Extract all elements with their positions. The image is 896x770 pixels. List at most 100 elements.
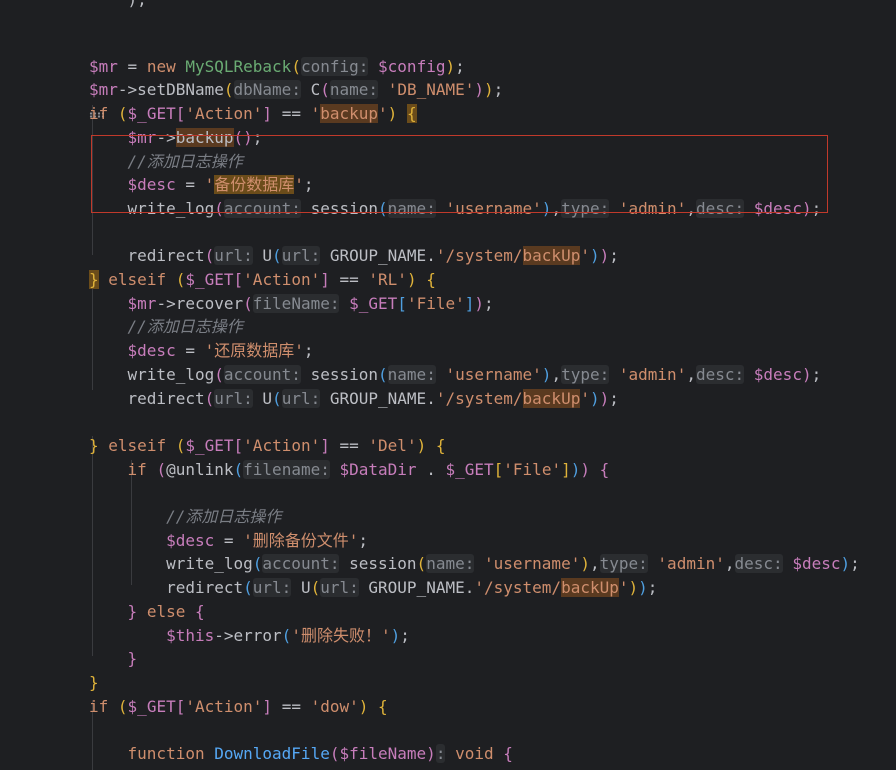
code-token: backUp: [522, 388, 581, 408]
code-token: $mr: [127, 293, 157, 313]
code-token: backUp: [561, 578, 619, 598]
code-token: write_log: [127, 198, 215, 218]
code-line[interactable]: write_log(account: session(name: 'userna…: [89, 552, 860, 576]
code-line[interactable]: $mr = new MySQLReback(config: $config);: [89, 55, 465, 79]
code-line[interactable]: if ($_GET['Action'] == 'backup') {: [89, 102, 417, 126]
code-token: (: [252, 554, 263, 574]
code-line[interactable]: } elseif ($_GET['Action'] == 'Del') {: [89, 434, 446, 458]
code-line[interactable]: function DownloadFile($fileName): void {: [89, 742, 513, 766]
code-token: '/system/: [435, 388, 523, 408]
code-token: ->: [117, 80, 138, 100]
code-token: ,: [551, 364, 562, 384]
code-token: (: [156, 459, 167, 479]
code-editor[interactable]: ); $mr = new MySQLReback(config: $config)…: [0, 0, 896, 770]
code-token: 'Action': [185, 104, 263, 124]
code-token: ,: [551, 198, 562, 218]
code-token: ': [294, 175, 304, 195]
code-line[interactable]: //添加日志操作: [89, 150, 243, 174]
code-line[interactable]: $desc = '备份数据库';: [89, 173, 314, 197]
code-line[interactable]: } else {: [89, 600, 205, 624]
code-token: 'File': [503, 459, 562, 479]
code-token: account:: [223, 364, 301, 384]
code-token: recover: [175, 293, 244, 313]
code-token: if: [127, 459, 147, 479]
code-line[interactable]: redirect(url: U(url: GROUP_NAME.'/system…: [89, 387, 619, 411]
code-token: (: [378, 198, 388, 218]
code-line[interactable]: //添加日志操作: [89, 505, 281, 529]
code-token: ;: [493, 80, 504, 100]
code-line[interactable]: }: [89, 671, 99, 695]
code-token: 'Del': [368, 435, 417, 455]
code-line[interactable]: $mr->recover(fileName: $_GET['File']);: [89, 292, 494, 316]
code-token: session: [310, 364, 379, 384]
code-token: $mr: [127, 127, 157, 147]
code-token: .: [416, 459, 446, 479]
code-token: (: [243, 578, 253, 598]
code-line[interactable]: $this->error('删除失败！');: [89, 624, 410, 648]
code-token: ': [204, 175, 215, 195]
code-token: (: [310, 578, 321, 598]
code-token: ): [570, 459, 581, 479]
editor-gutter: [0, 0, 40, 770]
code-line[interactable]: );: [89, 0, 147, 12]
code-line[interactable]: $mr->setDBName(dbName: C(name: 'DB_NAME'…: [89, 78, 503, 102]
code-token: =: [214, 530, 244, 550]
code-line[interactable]: redirect(url: U(url: GROUP_NAME.'/system…: [89, 244, 619, 268]
code-token: ): [390, 625, 401, 645]
code-token: session: [349, 554, 417, 574]
code-line[interactable]: } elseif ($_GET['Action'] == 'RL') {: [89, 268, 436, 292]
code-line[interactable]: write_log(account: session(name: 'userna…: [89, 197, 821, 221]
code-token: redirect: [127, 388, 205, 408]
code-line[interactable]: if ($_GET['Action'] == 'dow') {: [89, 695, 388, 719]
code-line[interactable]: $desc = '删除备份文件';: [89, 529, 368, 553]
code-token: ;: [850, 554, 860, 574]
code-token: $_GET: [185, 270, 234, 289]
code-token: =: [175, 175, 205, 195]
code-token: $_GET: [349, 293, 398, 313]
code-token: (: [243, 293, 253, 313]
code-token: ): [541, 198, 552, 218]
code-token: url:: [320, 578, 359, 598]
code-line[interactable]: $desc = '还原数据库';: [89, 339, 314, 363]
code-token: type:: [561, 364, 610, 384]
code-line[interactable]: redirect(url: U(url: GROUP_NAME.'/system…: [89, 576, 657, 600]
code-token: name:: [329, 80, 379, 100]
code-token: DownloadFile: [214, 744, 330, 763]
code-token: '/system/: [474, 578, 562, 598]
code-token: url:: [281, 388, 321, 408]
code-token: ): [801, 198, 812, 218]
code-token: 'admin': [657, 554, 725, 574]
code-line[interactable]: $mr->backup();: [89, 126, 262, 150]
code-token: (: [223, 80, 234, 100]
code-line[interactable]: write_log(account: session(name: 'userna…: [89, 363, 821, 387]
code-token: $mr: [89, 80, 118, 100]
code-token: (: [204, 388, 215, 408]
code-line[interactable]: //添加日志操作: [89, 315, 243, 339]
code-token: '/system/: [435, 246, 523, 266]
code-token: write_log: [127, 364, 215, 384]
code-line[interactable]: if (@unlink(filename: $DataDir . $_GET['…: [89, 458, 609, 482]
code-token: backUp: [522, 246, 581, 266]
code-token: desc:: [695, 364, 745, 384]
code-token: fileName:: [252, 293, 340, 313]
code-line[interactable]: }: [89, 647, 138, 671]
code-line[interactable]: ob_end_clean();: [89, 766, 311, 770]
